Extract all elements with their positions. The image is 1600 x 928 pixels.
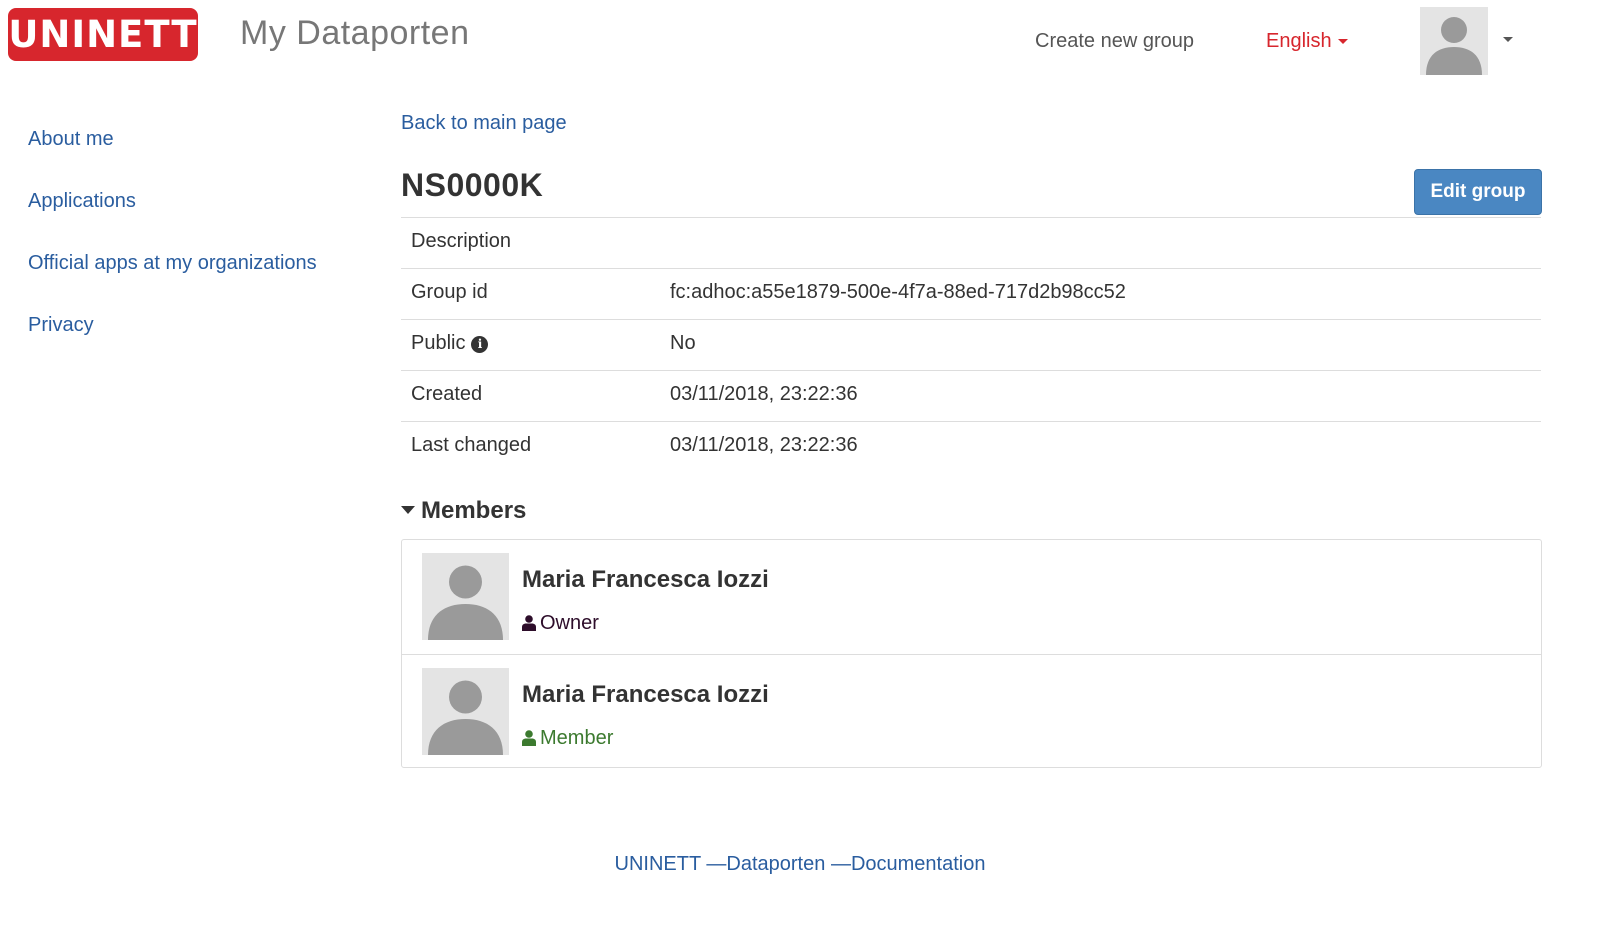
sidebar-item-official-apps[interactable]: Official apps at my organizations [28,249,317,311]
footer-separator: — [706,853,727,875]
footer: UNINETT —Dataporten —Documentation [0,853,1600,876]
footer-separator: — [830,853,851,875]
avatar [422,553,509,640]
sidebar-item-applications[interactable]: Applications [28,187,317,249]
members-heading-label: Members [421,497,527,524]
edit-group-button[interactable]: Edit group [1414,169,1542,215]
info-value: 03/11/2018, 23:22:36 [670,383,858,405]
footer-link-documentation[interactable]: Documentation [851,853,986,875]
sidebar-item-about-me[interactable]: About me [28,125,317,187]
chevron-down-icon [1337,39,1348,45]
info-label: Description [411,230,512,252]
member-name: Maria Francesca Iozzi [522,566,769,593]
info-row-created: Created 03/11/2018, 23:22:36 [401,370,1541,421]
info-label: Public [411,332,466,354]
list-item: Maria Francesca Iozzi Member [402,654,1541,768]
members-toggle[interactable]: Members [401,497,526,525]
language-dropdown[interactable]: English [1266,30,1348,53]
info-label: Last changed [411,434,532,456]
info-value: fc:adhoc:a55e1879-500e-4f7a-88ed-717d2b9… [670,281,1126,303]
person-silhouette-icon [428,680,503,755]
info-row-last-changed: Last changed 03/11/2018, 23:22:36 [401,421,1541,472]
role-label: Owner [540,612,599,634]
member-name: Maria Francesca Iozzi [522,681,769,708]
group-info-table: Description Group id fc:adhoc:a55e1879-5… [401,217,1541,472]
info-row-public: Public i No [401,319,1541,370]
member-role-member: Member [522,727,613,750]
info-icon[interactable]: i [471,336,489,353]
sidebar-item-privacy[interactable]: Privacy [28,311,317,373]
person-silhouette-icon [428,565,503,640]
info-value: 03/11/2018, 23:22:36 [670,434,858,456]
member-role-owner: Owner [522,612,599,635]
caret-down-icon [401,506,415,515]
language-label: English [1266,30,1332,52]
header: UNINETT My Dataporten Create new group E… [0,0,1600,80]
user-icon [522,730,536,746]
back-to-main-link[interactable]: Back to main page [401,112,567,135]
footer-link-uninett[interactable]: UNINETT [615,853,701,875]
user-avatar[interactable] [1420,7,1488,75]
info-row-description: Description [401,217,1541,268]
group-title: NS0000K [401,167,544,203]
user-menu-chevron-icon[interactable] [1503,37,1513,42]
avatar [422,668,509,755]
sidebar: About me Applications Official apps at m… [28,125,317,373]
list-item: Maria Francesca Iozzi Owner [402,540,1541,654]
footer-link-dataporten[interactable]: Dataporten [726,853,825,875]
info-label: Group id [411,281,488,303]
info-value: No [670,332,696,354]
info-label-public: Public i [411,332,489,355]
uninett-logo[interactable]: UNINETT [8,8,198,61]
members-list: Maria Francesca Iozzi Owner Maria France… [401,539,1542,768]
info-row-group-id: Group id fc:adhoc:a55e1879-500e-4f7a-88e… [401,268,1541,319]
user-icon [522,615,536,631]
app-title[interactable]: My Dataporten [240,14,470,53]
info-label: Created [411,383,483,405]
role-label: Member [540,727,614,749]
person-silhouette-icon [1426,17,1482,75]
create-group-link[interactable]: Create new group [1035,30,1194,53]
